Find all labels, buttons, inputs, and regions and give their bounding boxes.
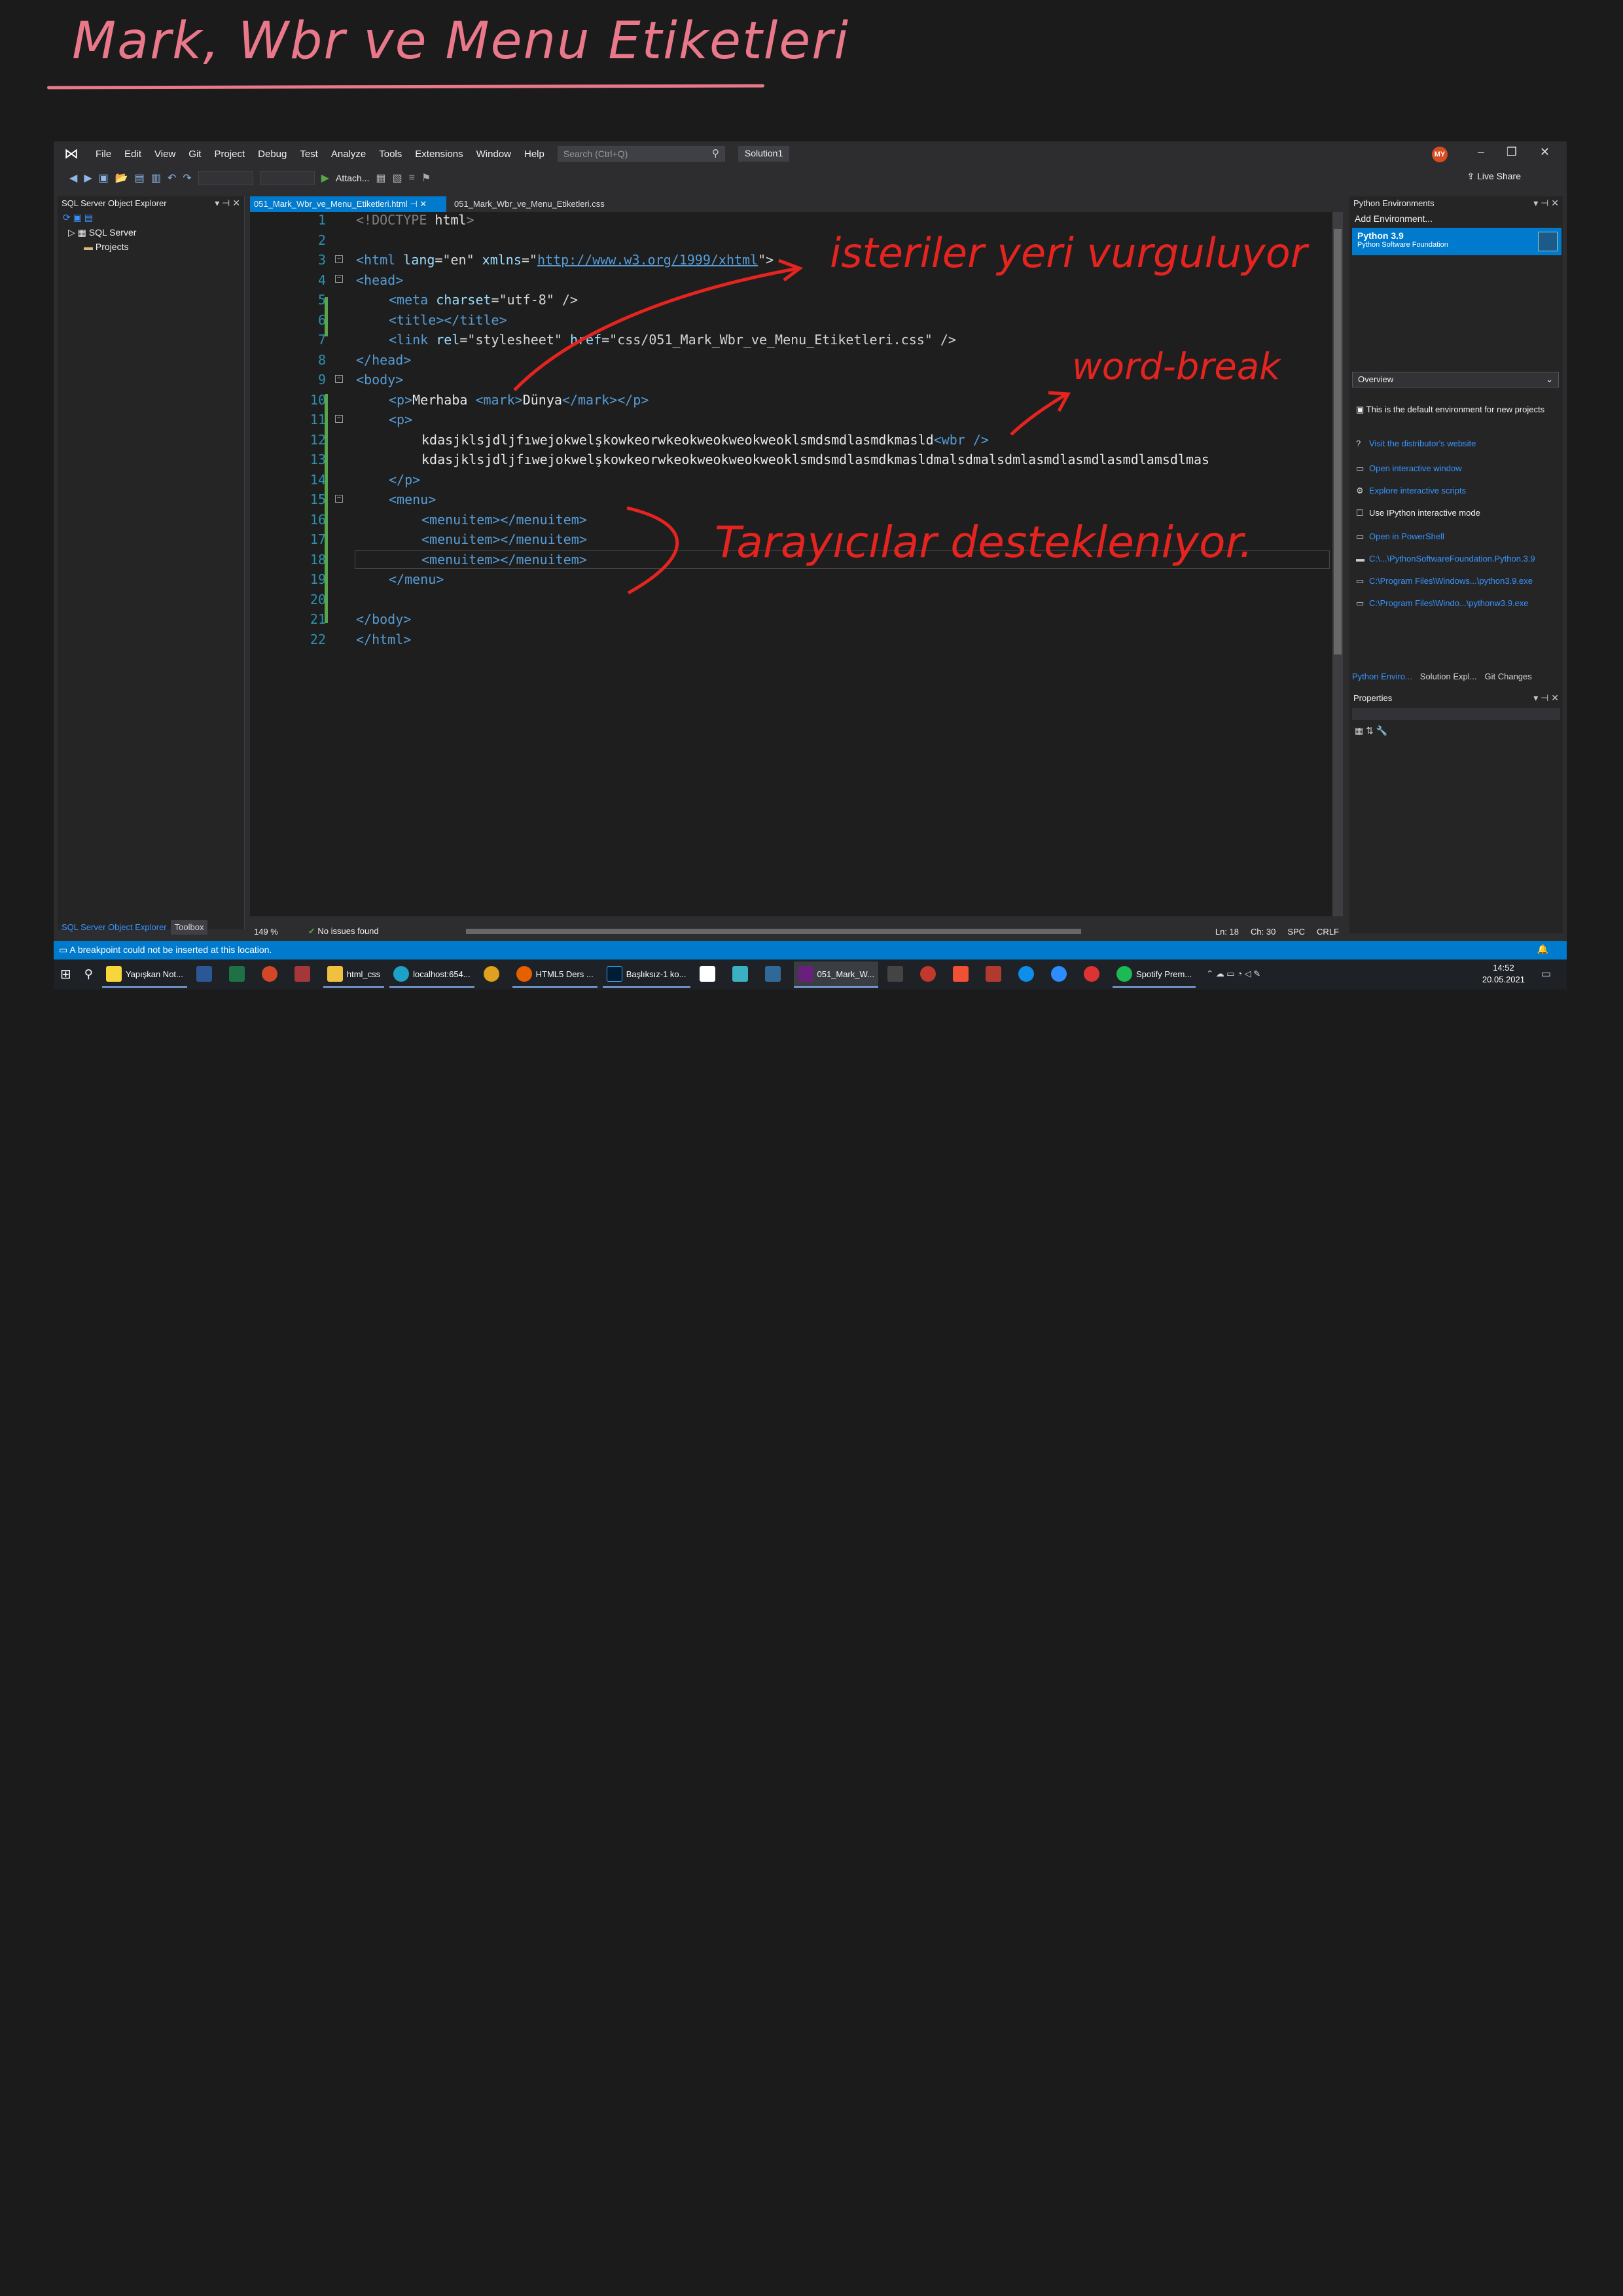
annotation-destekleniyor: Tarayıcılar destekleniyor.	[715, 517, 1253, 567]
brace-menu	[626, 506, 679, 595]
annotation-vurguluyor: isteriler yeri vurguluyor	[830, 229, 1308, 277]
arrow-to-mark	[513, 266, 799, 391]
annotation-strokes	[513, 259, 1071, 595]
arrow-to-wbr	[1010, 392, 1068, 436]
annotation-word-break: word-break	[1072, 346, 1281, 388]
